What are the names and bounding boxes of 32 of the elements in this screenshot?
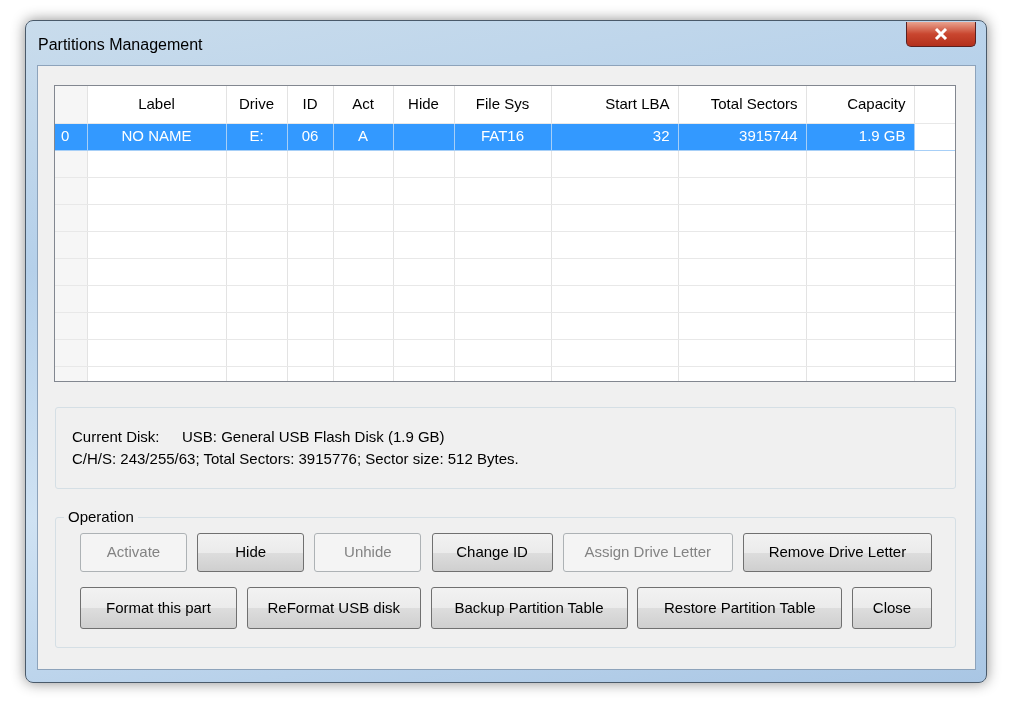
column-header[interactable]: ID [302, 95, 318, 112]
disk-label: Current Disk: [72, 427, 161, 447]
table-cell: FAT16 [480, 127, 525, 145]
action-button[interactable]: Backup Partition Table [430, 587, 628, 629]
column-header[interactable]: File Sys [475, 95, 530, 112]
column-header[interactable]: Label [138, 95, 175, 112]
table-cell: 3915744 [739, 127, 798, 145]
column-header[interactable]: Drive [239, 95, 274, 112]
close-button[interactable] [906, 22, 976, 47]
table-cell: 1.9 GB [858, 127, 906, 145]
column-header[interactable]: Hide [408, 95, 439, 112]
action-button[interactable]: Remove Drive Letter [742, 533, 932, 572]
column-header[interactable]: Start LBA [605, 95, 670, 112]
row-number: 0 [61, 127, 70, 145]
action-button[interactable]: Change ID [431, 533, 553, 572]
table-cell: 32 [652, 127, 670, 145]
column-header[interactable]: Capacity [847, 95, 906, 112]
table-cell: A [358, 127, 368, 145]
table-cell: 06 [301, 127, 319, 145]
table-cell: NO NAME [121, 127, 192, 145]
column-header[interactable]: Total Sectors [710, 95, 798, 112]
column-header[interactable]: Act [352, 95, 374, 112]
action-button[interactable]: Format this part [80, 587, 237, 629]
disk-geometry-text: C/H/S: 243/255/63; Total Sectors: 3915776; Sector size: 512 Bytes. [72, 449, 520, 469]
disk-name: USB: General USB Flash Disk (1.9 GB) [182, 427, 445, 447]
close-icon [934, 28, 948, 40]
action-button[interactable]: Close [852, 587, 932, 629]
action-button[interactable]: Hide [197, 533, 305, 572]
action-button[interactable]: Restore Partition Table [637, 587, 843, 629]
action-button[interactable]: ReFormat USB disk [246, 587, 421, 629]
window-title: Partitions Management [38, 35, 203, 55]
table-cell: E: [249, 127, 264, 145]
